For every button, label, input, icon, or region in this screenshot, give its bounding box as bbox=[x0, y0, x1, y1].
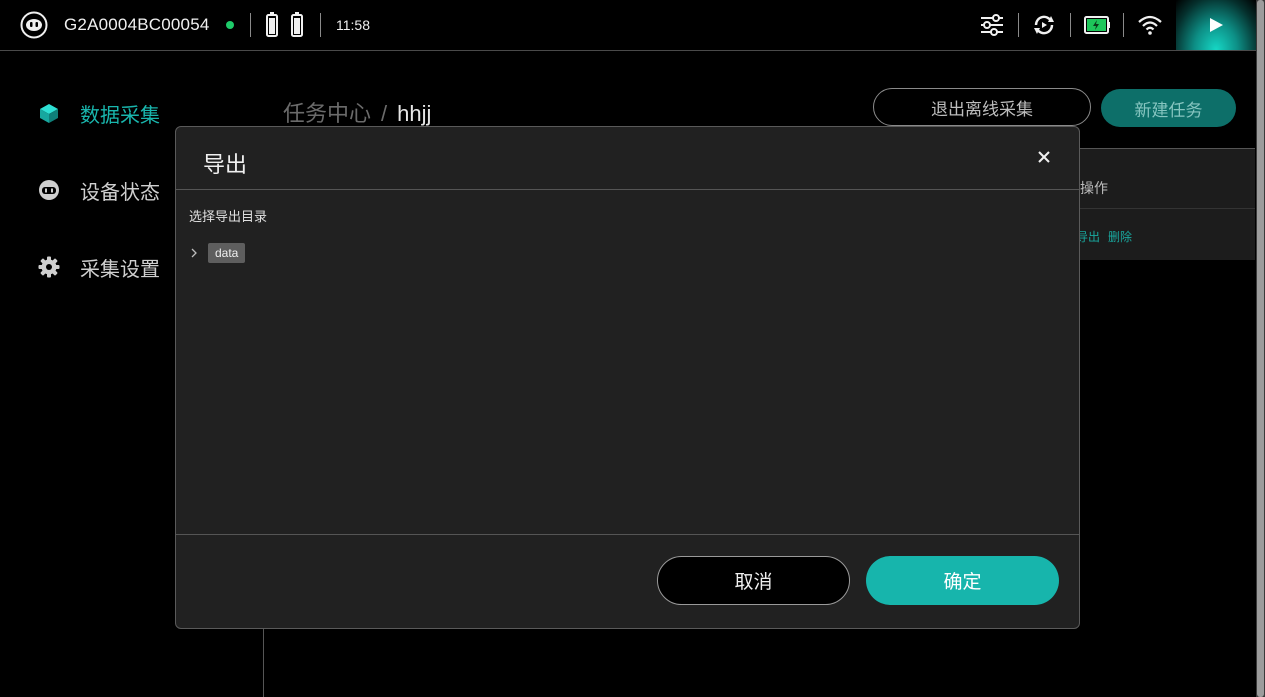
scrollbar[interactable] bbox=[1256, 0, 1265, 697]
cube-icon bbox=[40, 104, 58, 123]
sidebar-divider bbox=[263, 628, 264, 697]
dialog-footer-divider bbox=[176, 534, 1079, 535]
exit-offline-button[interactable]: 退出离线采集 bbox=[873, 88, 1091, 126]
divider bbox=[1018, 13, 1019, 37]
charging-battery-icon bbox=[1084, 16, 1110, 34]
play-button[interactable] bbox=[1176, 0, 1256, 50]
breadcrumb-separator: / bbox=[381, 101, 388, 126]
clock: 11:58 bbox=[336, 17, 370, 33]
sidebar-item-device-status[interactable]: 设备状态 bbox=[38, 175, 160, 205]
cancel-button[interactable]: 取消 bbox=[657, 556, 850, 605]
divider bbox=[1070, 13, 1071, 37]
table-row-actions: 导出 删除 bbox=[1076, 228, 1140, 245]
divider bbox=[250, 13, 251, 37]
sidebar-item-label: 设备状态 bbox=[80, 181, 160, 204]
play-icon bbox=[1210, 18, 1223, 32]
sidebar-item-label: 数据采集 bbox=[80, 104, 160, 127]
battery-icon bbox=[291, 12, 303, 37]
table-header-actions: 操作 bbox=[1080, 180, 1108, 196]
delete-link[interactable]: 删除 bbox=[1108, 230, 1132, 244]
sidebar-item-collection-settings[interactable]: 采集设置 bbox=[38, 252, 160, 282]
dialog-title: 导出 bbox=[203, 152, 248, 177]
robot-icon[interactable] bbox=[20, 11, 48, 39]
table-row-divider bbox=[1078, 208, 1255, 209]
tree-node-data[interactable]: data bbox=[189, 242, 246, 264]
export-dialog: 导出 选择导出目录 data 取消 确定 bbox=[175, 126, 1080, 629]
breadcrumb-current: hhjj bbox=[397, 101, 432, 126]
status-bar: G2A0004BC00054 11:58 bbox=[0, 0, 1256, 51]
chevron-right-icon[interactable] bbox=[189, 248, 199, 258]
breadcrumb: 任务中心 / hhjj bbox=[283, 96, 431, 128]
device-id: G2A0004BC00054 bbox=[64, 15, 210, 34]
sidebar-item-label: 采集设置 bbox=[80, 258, 160, 281]
dialog-header-divider bbox=[176, 189, 1079, 190]
divider bbox=[320, 13, 321, 37]
sync-icon[interactable] bbox=[1031, 12, 1057, 38]
dialog-subtitle: 选择导出目录 bbox=[189, 209, 268, 224]
sliders-icon[interactable] bbox=[979, 12, 1005, 38]
robot-face-icon bbox=[39, 180, 59, 200]
breadcrumb-root[interactable]: 任务中心 bbox=[283, 101, 371, 126]
scrollbar-thumb[interactable] bbox=[1257, 0, 1264, 697]
divider bbox=[1123, 13, 1124, 37]
wifi-icon[interactable] bbox=[1137, 12, 1163, 38]
online-status-dot bbox=[226, 21, 234, 29]
new-task-button[interactable]: 新建任务 bbox=[1101, 89, 1236, 127]
close-icon[interactable] bbox=[1035, 148, 1053, 166]
sidebar-item-data-collection[interactable]: 数据采集 bbox=[38, 98, 160, 128]
gear-icon bbox=[38, 256, 60, 278]
tree-node-label[interactable]: data bbox=[208, 243, 246, 263]
confirm-button[interactable]: 确定 bbox=[866, 556, 1059, 605]
battery-icon bbox=[266, 12, 278, 37]
